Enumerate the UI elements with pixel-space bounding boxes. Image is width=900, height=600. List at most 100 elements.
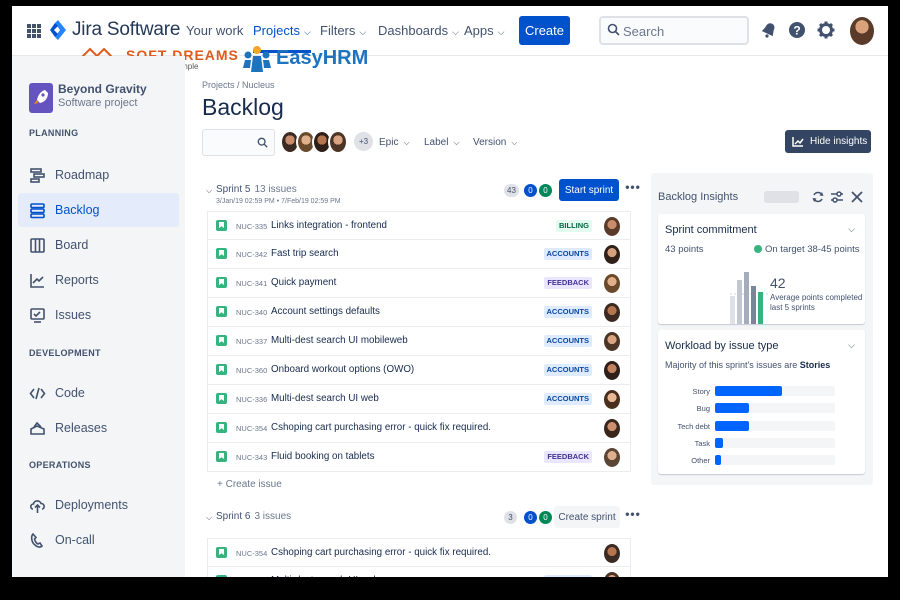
issue-label[interactable]: ACCOUNTS: [543, 364, 592, 376]
sprint-header: ⌵ Sprint 5 13 issues 3/Jan/19 02:59 PM • 7/…: [204, 179, 640, 214]
assignee-avatar[interactable]: [604, 544, 620, 563]
avatar[interactable]: [328, 130, 348, 154]
search-input[interactable]: Search: [599, 16, 749, 45]
issue-row[interactable]: NUC-340 Account settings defaults ACCOUNTS: [207, 298, 631, 327]
nav-your-work[interactable]: Your work: [186, 23, 243, 38]
nav-filters[interactable]: Filters ⌵: [320, 23, 366, 38]
issue-row[interactable]: NUC-354 Cshoping cart purchasing error - …: [207, 414, 631, 443]
jira-logo-icon[interactable]: [50, 20, 66, 40]
sidebar-item-backlog[interactable]: Backlog: [18, 193, 179, 227]
issue-label[interactable]: ACCOUNTS: [543, 306, 592, 318]
sprint-name[interactable]: Sprint 5 13 issues: [216, 184, 297, 195]
issue-key[interactable]: NUC-335: [236, 222, 267, 231]
average-caption: Average points completed last 5 sprints: [770, 293, 863, 312]
settings-icon[interactable]: [816, 20, 836, 40]
sidebar-item-roadmap[interactable]: Roadmap: [18, 158, 179, 192]
close-icon[interactable]: [850, 190, 864, 204]
more-actions-button[interactable]: •••: [622, 180, 644, 200]
issue-label[interactable]: BILLING: [556, 220, 592, 232]
project-avatar-icon[interactable]: [29, 83, 53, 113]
issue-key[interactable]: NUC-340: [236, 308, 267, 317]
card-title: Sprint commitment: [665, 224, 757, 236]
issue-label[interactable]: FEEDBACK: [544, 277, 592, 289]
sprint-name[interactable]: Sprint 63 issues: [216, 511, 291, 522]
sidebar-section-heading: DEVELOPMENT: [29, 348, 101, 358]
chevron-down-icon[interactable]: ⌵: [848, 224, 855, 235]
history-bar: [744, 272, 749, 324]
create-button[interactable]: Create: [519, 16, 570, 45]
issue-row[interactable]: NUC-336 Multi-dest search UI web ACCOUNTS: [207, 385, 631, 414]
filter-epic[interactable]: Epic ⌵: [379, 137, 410, 148]
issue-key[interactable]: NUC-342: [236, 250, 267, 259]
sidebar-item-releases[interactable]: Releases: [18, 411, 179, 445]
issue-key[interactable]: NUC-343: [236, 453, 267, 462]
on-call-icon: [29, 532, 46, 549]
sidebar-item-board[interactable]: Board: [18, 228, 179, 262]
breadcrumb[interactable]: Projects / Nucleus: [202, 80, 275, 90]
hide-insights-button[interactable]: Hide insights: [785, 130, 871, 153]
assignee-avatar[interactable]: [604, 390, 620, 409]
assignee-avatar[interactable]: [604, 303, 620, 322]
assignee-avatar[interactable]: [604, 448, 620, 467]
create-issue-button[interactable]: + Create issue: [217, 479, 282, 490]
profile-avatar[interactable]: [850, 17, 874, 45]
issue-label[interactable]: ACCOUNTS: [543, 575, 592, 577]
help-icon[interactable]: ?: [787, 20, 807, 40]
sidebar-item-label: Reports: [55, 273, 99, 287]
settings-sliders-icon[interactable]: [830, 190, 844, 204]
sidebar-item-code[interactable]: Code: [18, 376, 179, 410]
story-icon: [216, 220, 227, 231]
issue-row[interactable]: NUC-343 Fluid booking on tablets FEEDBACK: [207, 443, 631, 472]
nav-dashboards[interactable]: Dashboards ⌵: [378, 23, 459, 38]
assignee-avatar[interactable]: [604, 419, 620, 438]
sidebar-item-reports[interactable]: Reports: [18, 263, 179, 297]
chevron-down-icon[interactable]: ⌵: [848, 340, 855, 351]
assignee-avatar[interactable]: [604, 361, 620, 380]
issue-key[interactable]: NUC-337: [236, 337, 267, 346]
issue-row[interactable]: NUC-354 Cshoping cart purchasing error - …: [207, 538, 631, 567]
issue-row[interactable]: NUC-335 Links integration - frontend BILLI…: [207, 211, 631, 240]
sidebar-item-issues[interactable]: Issues: [18, 298, 179, 332]
issue-row[interactable]: NUC-338Multi-dest search UI webACCOUNTS: [207, 567, 631, 577]
issue-label[interactable]: ACCOUNTS: [543, 393, 592, 405]
filter-label[interactable]: Label ⌵: [424, 137, 460, 148]
chevron-down-icon[interactable]: ⌵: [206, 186, 212, 196]
assignee-avatar[interactable]: [604, 274, 620, 293]
issue-key[interactable]: NUC-336: [236, 395, 267, 404]
product-name[interactable]: Jira Software: [72, 19, 180, 41]
more-actions-button[interactable]: •••: [622, 507, 644, 527]
more-people-button[interactable]: +3: [354, 132, 373, 151]
filter-version[interactable]: Version ⌵: [473, 137, 517, 148]
issue-row[interactable]: NUC-342 Fast trip search ACCOUNTS: [207, 240, 631, 269]
workload-bar: [715, 455, 721, 466]
assignee-avatar[interactable]: [604, 332, 620, 351]
assignee-avatar[interactable]: [604, 245, 620, 264]
issue-key[interactable]: NUC-360: [236, 366, 267, 375]
nav-projects[interactable]: Projects ⌵: [253, 23, 311, 53]
notifications-icon[interactable]: [759, 20, 779, 40]
issue-label[interactable]: ACCOUNTS: [543, 248, 592, 260]
refresh-icon[interactable]: [811, 190, 825, 204]
issue-key[interactable]: NUC-354: [236, 424, 267, 433]
issue-row[interactable]: NUC-337 Multi-dest search UI mobileweb ACC…: [207, 327, 631, 356]
nav-apps[interactable]: Apps ⌵: [464, 23, 504, 38]
sidebar-item-deployments[interactable]: Deployments: [18, 488, 179, 522]
chevron-down-icon[interactable]: ⌵: [206, 513, 212, 523]
issue-label[interactable]: FEEDBACK: [544, 451, 592, 463]
backlog-search-input[interactable]: [202, 129, 275, 156]
history-bar: [730, 296, 735, 324]
start-sprint-button[interactable]: Start sprint: [559, 179, 619, 201]
sidebar-item-on-call[interactable]: On-call: [18, 523, 179, 557]
issue-row[interactable]: NUC-341 Quick payment FEEDBACK: [207, 269, 631, 298]
assignee-avatar[interactable]: [604, 572, 620, 577]
issue-label[interactable]: ACCOUNTS: [543, 335, 592, 347]
issue-key[interactable]: NUC-341: [236, 279, 267, 288]
create-sprint-button[interactable]: Create sprint: [554, 506, 620, 528]
project-name[interactable]: Beyond Gravity: [58, 82, 147, 96]
issue-row[interactable]: NUC-360 Onboard workout options (OWO) ACCO…: [207, 356, 631, 385]
assignee-avatar[interactable]: [604, 217, 620, 236]
workload-subtitle: Majority of this sprint's issues are Sto…: [665, 360, 831, 370]
issue-key[interactable]: NUC-354: [236, 549, 267, 558]
app-switcher-icon[interactable]: [27, 24, 41, 38]
reports-icon: [29, 272, 46, 289]
